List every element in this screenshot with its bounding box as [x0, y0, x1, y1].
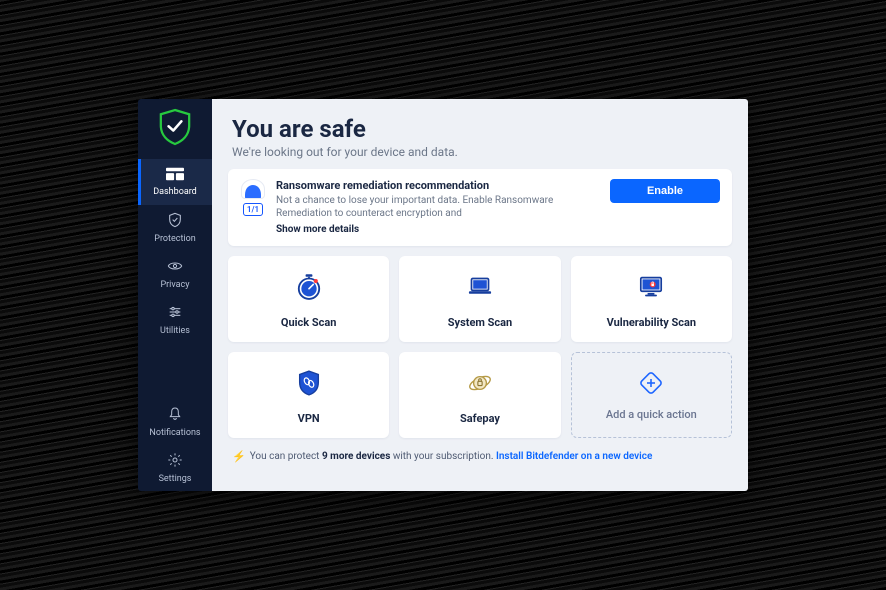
tile-label: Vulnerability Scan: [607, 316, 696, 329]
tile-safepay[interactable]: Safepay: [399, 352, 560, 438]
laptop-icon: [463, 270, 497, 308]
tile-label: System Scan: [448, 316, 512, 329]
recommendation-body: Not a chance to lose your important data…: [276, 194, 600, 221]
recommendation-title: Ransomware remediation recommendation: [276, 179, 600, 194]
nav-label: Dashboard: [153, 187, 197, 197]
recommendation-counter: 1/1: [243, 203, 263, 216]
sliders-icon: [167, 304, 183, 323]
status-subtitle: We're looking out for your device and da…: [232, 145, 728, 159]
main-panel: You are safe We're looking out for your …: [212, 99, 748, 491]
enable-button[interactable]: Enable: [610, 179, 720, 203]
install-link[interactable]: Install Bitdefender on a new device: [496, 451, 652, 462]
nav-utilities[interactable]: Utilities: [138, 297, 212, 343]
nav-notifications[interactable]: Notifications: [138, 399, 212, 445]
gear-icon: [167, 452, 183, 471]
device-count: 9 more devices: [322, 451, 390, 462]
tile-label: Add a quick action: [606, 408, 697, 421]
tile-label: Safepay: [460, 412, 500, 425]
nav-privacy[interactable]: Privacy: [138, 251, 212, 297]
nav-label: Protection: [154, 234, 195, 244]
nav-label: Utilities: [160, 326, 190, 336]
shield-check-icon: [158, 108, 192, 150]
tile-vpn[interactable]: VPN: [228, 352, 389, 438]
tile-system-scan[interactable]: System Scan: [399, 256, 560, 342]
dashboard-icon: [166, 167, 184, 184]
tile-add-action[interactable]: Add a quick action: [571, 352, 732, 438]
tile-quick-scan[interactable]: Quick Scan: [228, 256, 389, 342]
nav-settings[interactable]: Settings: [138, 445, 212, 491]
shield-icon: [167, 212, 183, 231]
nav-protection[interactable]: Protection: [138, 205, 212, 251]
nav-label: Privacy: [160, 280, 189, 290]
nav-label: Notifications: [149, 428, 200, 438]
plus-diamond-icon: [638, 370, 664, 400]
show-more-link[interactable]: Show more details: [276, 223, 600, 237]
footer-promo: ⚡ You can protect 9 more devices with yo…: [228, 448, 732, 463]
stopwatch-icon: [292, 270, 326, 308]
ransomware-icon: [241, 179, 265, 199]
recommendation-card: 1/1 Ransomware remediation recommendatio…: [228, 169, 732, 246]
tile-vulnerability-scan[interactable]: Vulnerability Scan: [571, 256, 732, 342]
quick-actions-grid: Quick Scan System Scan Vulnerability Sca…: [228, 256, 732, 438]
nav-label: Settings: [159, 474, 192, 484]
nav-dashboard[interactable]: Dashboard: [138, 159, 212, 205]
app-window: Dashboard Protection Privacy Utilities: [138, 99, 748, 491]
eye-icon: [167, 258, 183, 277]
tile-label: Quick Scan: [281, 316, 337, 329]
bell-icon: [167, 406, 183, 425]
footer-text: You can protect 9 more devices with your…: [250, 451, 653, 462]
monitor-lock-icon: [634, 270, 668, 308]
app-logo: [138, 99, 212, 159]
sidebar: Dashboard Protection Privacy Utilities: [138, 99, 212, 491]
vpn-shield-icon: [292, 366, 326, 404]
status-header: You are safe We're looking out for your …: [212, 99, 748, 169]
status-title: You are safe: [232, 115, 728, 143]
safepay-icon: [463, 366, 497, 404]
tile-label: VPN: [298, 412, 320, 425]
bolt-icon: ⚡: [232, 450, 246, 463]
